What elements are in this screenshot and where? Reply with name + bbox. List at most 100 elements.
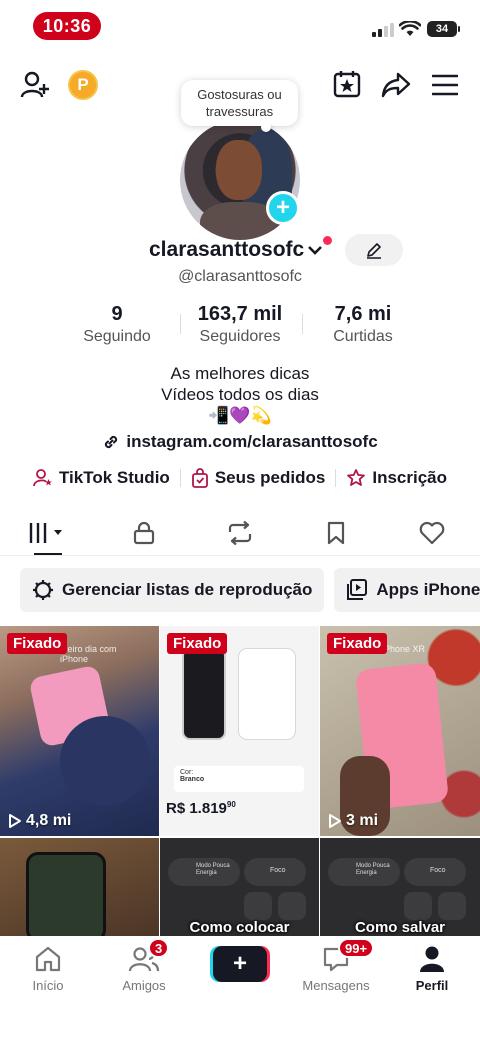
manage-playlists-chip[interactable]: Gerenciar listas de reprodução xyxy=(20,568,325,612)
tab-reposts[interactable] xyxy=(192,510,288,555)
signal-icon xyxy=(372,23,394,37)
focus-tile: Foco xyxy=(404,858,466,886)
nav-messages[interactable]: Mensagens 99+ xyxy=(288,938,384,1038)
video-overlay-text: Como salvar xyxy=(354,919,446,936)
view-count-text: 4,8 mi xyxy=(26,812,72,829)
orders-label: Seus pedidos xyxy=(214,468,326,487)
nav-profile[interactable]: Perfil xyxy=(384,944,480,1038)
friends-badge: 3 xyxy=(148,938,170,958)
tiktok-studio-label: TikTok Studio xyxy=(58,468,170,487)
subscription-label: Inscrição xyxy=(372,468,447,487)
stat-followers-value: 163,7 mil xyxy=(197,303,283,325)
bottom-nav: Início Amigos 3 + Mensagens 99+ Perfil xyxy=(0,936,480,1038)
nav-profile-label: Perfil xyxy=(415,978,449,993)
color-label: Cor: xyxy=(180,769,194,776)
notification-dot xyxy=(323,236,332,245)
chevron-down-icon[interactable] xyxy=(307,244,323,256)
nav-home[interactable]: Início xyxy=(0,944,96,1038)
play-icon xyxy=(329,814,341,828)
playlist-apps-label: Apps iPhone xyxy=(376,580,480,599)
video-thumbnail[interactable]: Modo Pouca Energia Foco Como salvar xyxy=(320,838,480,936)
star-refresh-icon xyxy=(347,469,366,486)
battery-icon: 34 xyxy=(427,21,460,37)
gear-icon xyxy=(33,580,53,600)
video-grid: Fixado meiro dia com iPhone 4,8 mi Cor: … xyxy=(0,626,480,936)
play-icon xyxy=(9,814,21,828)
menu-icon[interactable] xyxy=(432,74,458,96)
focus-tile: Foco xyxy=(244,858,306,886)
add-friend-icon[interactable] xyxy=(20,70,50,100)
username-text: clarasanttosofc xyxy=(149,238,305,261)
tiktok-studio-button[interactable]: TikTok Studio xyxy=(23,468,180,488)
bio-link-text: instagram.com/clarasanttosofc xyxy=(126,432,378,451)
tab-favorites[interactable] xyxy=(288,510,384,555)
video-thumbnail[interactable]: Fixado meiro dia com iPhone 4,8 mi xyxy=(0,626,159,836)
bio-line: Vídeos todos os dias xyxy=(161,385,319,404)
status-time: 10:36 xyxy=(33,12,101,40)
stat-likes-label: Curtidas xyxy=(333,328,393,345)
video-thumbnail[interactable]: Fixado iPhone XR 3 mi xyxy=(320,626,480,836)
nav-home-label: Início xyxy=(32,978,64,993)
playlist-chips: Gerenciar listas de reprodução Apps iPho… xyxy=(0,568,480,614)
bookmark-icon xyxy=(327,521,345,544)
bio: As melhores dicas Vídeos todos os dias 📲… xyxy=(0,363,480,426)
avatar-note-bubble[interactable]: Gostosuras ou travessuras xyxy=(181,80,298,132)
stat-likes[interactable]: 7,6 mi Curtidas xyxy=(318,302,408,348)
stat-following-value: 9 xyxy=(111,303,123,325)
wifi-icon xyxy=(399,21,421,36)
stat-divider xyxy=(302,314,303,334)
video-caption: iPhone XR xyxy=(382,644,426,654)
video-thumbnail[interactable]: Modo Pouca Energia Foco Como colocar xyxy=(160,838,319,936)
content-tabs xyxy=(0,510,480,556)
nav-friends[interactable]: Amigos 3 xyxy=(96,938,192,1038)
price-value: R$ 1.819 xyxy=(166,800,227,817)
bio-link[interactable]: instagram.com/clarasanttosofc xyxy=(0,432,480,452)
stat-followers[interactable]: 163,7 mil Seguidores xyxy=(185,302,295,348)
calendar-star-icon[interactable] xyxy=(333,70,361,98)
color-value: Branco xyxy=(180,776,205,783)
create-button[interactable]: + xyxy=(213,946,267,982)
view-count-text: 3 mi xyxy=(346,812,379,829)
nav-create[interactable]: + xyxy=(192,944,288,1038)
bio-emojis: 📲💜💫 xyxy=(208,406,272,425)
video-caption: meiro dia com iPhone xyxy=(60,644,117,664)
stat-following-label: Seguindo xyxy=(83,328,151,345)
price-cents: 90 xyxy=(226,800,236,809)
subscription-button[interactable]: Inscrição xyxy=(336,468,457,488)
view-count: 4,8 mi xyxy=(8,812,71,830)
playlist-icon xyxy=(347,579,368,600)
username[interactable]: clarasanttosofc xyxy=(149,238,323,262)
orders-button[interactable]: Seus pedidos xyxy=(181,468,336,488)
pinned-badge: Fixado xyxy=(7,633,68,654)
pinned-badge: Fixado xyxy=(327,633,388,654)
video-thumbnail[interactable]: Cor: Branco R$ 1.81990 Fixado xyxy=(160,626,319,836)
add-story-icon[interactable]: + xyxy=(266,191,300,225)
low-power-tile: Modo Pouca Energia xyxy=(328,858,400,886)
user-star-icon xyxy=(33,469,52,487)
view-count: 3 mi xyxy=(328,812,378,830)
bio-line: As melhores dicas xyxy=(170,364,310,383)
tab-videos[interactable] xyxy=(0,510,96,555)
edit-profile-button[interactable] xyxy=(345,234,403,266)
tab-liked[interactable] xyxy=(384,510,480,555)
price: R$ 1.81990 xyxy=(166,800,236,817)
video-overlay-text: Como colocar xyxy=(189,919,290,936)
coins-icon[interactable]: P xyxy=(68,70,98,100)
tab-private[interactable] xyxy=(96,510,192,555)
stat-likes-value: 7,6 mi xyxy=(334,303,392,325)
nav-messages-label: Mensagens xyxy=(302,978,370,993)
video-thumbnail[interactable] xyxy=(0,838,159,936)
lock-icon xyxy=(133,521,155,544)
share-icon[interactable] xyxy=(381,71,411,99)
playlist-chip-apps[interactable]: Apps iPhone xyxy=(334,568,480,612)
nav-friends-label: Amigos xyxy=(122,978,166,993)
repost-icon xyxy=(228,520,252,545)
profile-actions: TikTok Studio Seus pedidos Inscrição xyxy=(0,468,480,488)
stat-following[interactable]: 9 Seguindo xyxy=(72,302,162,348)
manage-playlists-label: Gerenciar listas de reprodução xyxy=(62,580,313,599)
videos-grid-icon xyxy=(29,522,62,543)
profile-icon xyxy=(420,946,444,972)
low-power-tile: Modo Pouca Energia xyxy=(168,858,240,886)
pencil-icon xyxy=(367,243,381,259)
shopping-bag-icon xyxy=(191,468,208,488)
